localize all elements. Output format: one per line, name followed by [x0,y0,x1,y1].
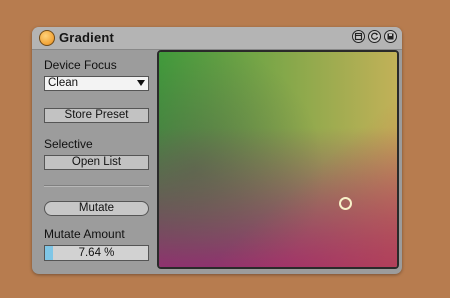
device-title: Gradient [59,30,115,45]
divider [44,185,149,187]
mutate-amount-label: Mutate Amount [44,227,125,241]
power-button[interactable] [39,30,55,46]
selective-label: Selective [44,137,93,151]
save-icon[interactable] [384,30,397,43]
controls-panel: Device Focus Clean Store Preset Selectiv… [32,50,156,274]
window-icon[interactable] [352,30,365,43]
device-focus-label: Device Focus [44,58,117,72]
gradient-device: Gradient Device Focus Clean Store Preset… [32,27,402,274]
title-bar-icons [352,30,397,43]
mutate-amount-value: 7.64 % [78,247,115,259]
dropdown-arrow-icon [137,80,145,86]
device-focus-value: Clean [48,77,79,89]
device-title-bar: Gradient [32,27,402,50]
open-list-button[interactable]: Open List [44,155,149,170]
pad-cursor-ring-icon[interactable] [338,196,352,210]
mutate-button[interactable]: Mutate [44,201,149,216]
store-preset-button[interactable]: Store Preset [44,108,149,123]
mutate-amount-slider[interactable]: 7.64 % [44,245,149,261]
device-focus-dropdown[interactable]: Clean [44,76,149,91]
pad-gradient-corner [159,52,397,267]
gradient-xy-pad[interactable] [157,50,399,269]
reset-icon[interactable] [368,30,381,43]
